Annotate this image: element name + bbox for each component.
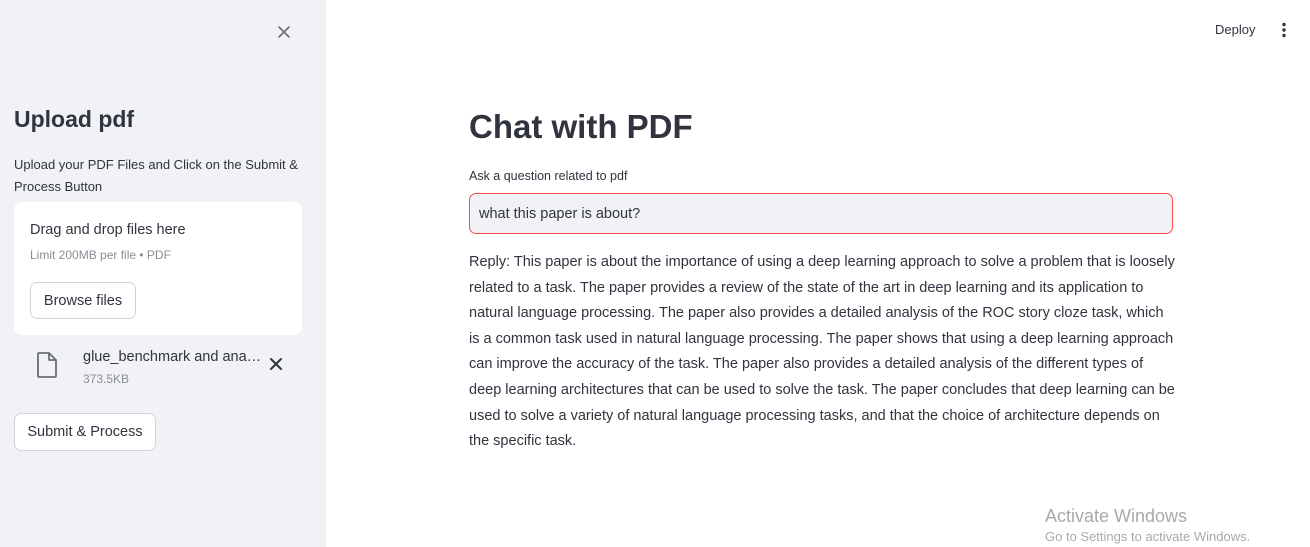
remove-file-icon[interactable] bbox=[268, 356, 284, 372]
watermark-subtitle: Go to Settings to activate Windows. bbox=[1045, 529, 1251, 544]
page-title: Chat with PDF bbox=[469, 108, 693, 145]
vertical-dots-icon[interactable] bbox=[1276, 22, 1292, 38]
top-toolbar: Deploy bbox=[326, 0, 1310, 60]
sidebar-close-icon[interactable] bbox=[274, 22, 294, 42]
file-size: 373.5KB bbox=[83, 372, 130, 386]
file-dropzone[interactable]: Drag and drop files here Limit 200MB per… bbox=[14, 202, 302, 335]
file-icon bbox=[36, 352, 58, 383]
sidebar-description: Upload your PDF Files and Click on the S… bbox=[14, 157, 298, 194]
sidebar: Upload pdf Upload your PDF Files and Cli… bbox=[0, 0, 326, 547]
sidebar-title: Upload pdf bbox=[14, 106, 135, 132]
reply-text: Reply: This paper is about the importanc… bbox=[469, 254, 1175, 450]
browse-files-button[interactable]: Browse files bbox=[30, 282, 136, 319]
submit-process-button[interactable]: Submit & Process bbox=[14, 413, 156, 451]
windows-activation-watermark: Activate Windows Go to Settings to activ… bbox=[1045, 505, 1250, 547]
dropzone-title: Drag and drop files here bbox=[30, 222, 186, 238]
question-input[interactable] bbox=[469, 193, 1173, 234]
dropzone-limit: Limit 200MB per file • PDF bbox=[30, 248, 171, 262]
uploaded-file: glue_benchmark and analysis.pdf 373.5KB bbox=[14, 346, 302, 390]
question-label: Ask a question related to pdf bbox=[469, 169, 628, 183]
file-name: glue_benchmark and analysis.pdf bbox=[83, 349, 263, 365]
watermark-title: Activate Windows bbox=[1045, 506, 1188, 526]
deploy-button[interactable]: Deploy bbox=[1215, 22, 1255, 37]
